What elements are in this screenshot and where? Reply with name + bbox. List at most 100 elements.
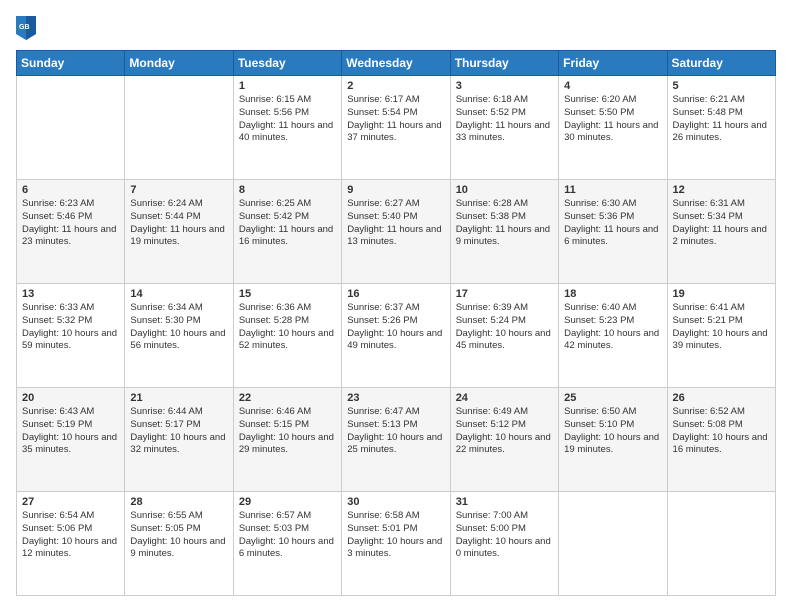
cell-text: Sunrise: 6:54 AM bbox=[22, 510, 119, 523]
day-number: 26 bbox=[673, 392, 770, 404]
cell-text: Sunset: 5:24 PM bbox=[456, 315, 553, 328]
cell-text: Daylight: 11 hours and 13 minutes. bbox=[347, 224, 444, 250]
cell-text: Sunrise: 6:40 AM bbox=[564, 302, 661, 315]
cell-text: Daylight: 11 hours and 9 minutes. bbox=[456, 224, 553, 250]
day-number: 22 bbox=[239, 392, 336, 404]
cell-text: Daylight: 11 hours and 30 minutes. bbox=[564, 120, 661, 146]
cell-text: Sunset: 5:01 PM bbox=[347, 523, 444, 536]
cell-text: Sunset: 5:34 PM bbox=[673, 211, 770, 224]
cell-text: Daylight: 10 hours and 3 minutes. bbox=[347, 536, 444, 562]
cell-text: Sunset: 5:08 PM bbox=[673, 419, 770, 432]
calendar-cell: 20Sunrise: 6:43 AMSunset: 5:19 PMDayligh… bbox=[17, 388, 125, 492]
day-number: 10 bbox=[456, 184, 553, 196]
cell-text: Sunrise: 6:21 AM bbox=[673, 94, 770, 107]
cell-text: Sunset: 5:30 PM bbox=[130, 315, 227, 328]
calendar-cell bbox=[559, 492, 667, 596]
cell-text: Sunrise: 6:52 AM bbox=[673, 406, 770, 419]
cell-text: Sunrise: 6:49 AM bbox=[456, 406, 553, 419]
day-number: 4 bbox=[564, 80, 661, 92]
header-day-sunday: Sunday bbox=[17, 51, 125, 76]
week-row-5: 27Sunrise: 6:54 AMSunset: 5:06 PMDayligh… bbox=[17, 492, 776, 596]
cell-text: Sunrise: 6:28 AM bbox=[456, 198, 553, 211]
day-number: 13 bbox=[22, 288, 119, 300]
day-number: 6 bbox=[22, 184, 119, 196]
cell-text: Sunset: 5:12 PM bbox=[456, 419, 553, 432]
calendar-cell: 6Sunrise: 6:23 AMSunset: 5:46 PMDaylight… bbox=[17, 180, 125, 284]
cell-text: Daylight: 10 hours and 22 minutes. bbox=[456, 432, 553, 458]
cell-text: Sunset: 5:42 PM bbox=[239, 211, 336, 224]
cell-text: Daylight: 10 hours and 39 minutes. bbox=[673, 328, 770, 354]
cell-text: Daylight: 10 hours and 12 minutes. bbox=[22, 536, 119, 562]
cell-text: Daylight: 10 hours and 49 minutes. bbox=[347, 328, 444, 354]
cell-text: Sunrise: 6:18 AM bbox=[456, 94, 553, 107]
cell-text: Sunrise: 6:44 AM bbox=[130, 406, 227, 419]
header-day-friday: Friday bbox=[559, 51, 667, 76]
calendar-cell: 11Sunrise: 6:30 AMSunset: 5:36 PMDayligh… bbox=[559, 180, 667, 284]
day-number: 12 bbox=[673, 184, 770, 196]
cell-text: Sunrise: 7:00 AM bbox=[456, 510, 553, 523]
calendar-cell: 26Sunrise: 6:52 AMSunset: 5:08 PMDayligh… bbox=[667, 388, 775, 492]
cell-text: Sunset: 5:44 PM bbox=[130, 211, 227, 224]
cell-text: Sunrise: 6:24 AM bbox=[130, 198, 227, 211]
cell-text: Sunrise: 6:31 AM bbox=[673, 198, 770, 211]
calendar-cell: 5Sunrise: 6:21 AMSunset: 5:48 PMDaylight… bbox=[667, 76, 775, 180]
day-number: 2 bbox=[347, 80, 444, 92]
cell-text: Sunrise: 6:39 AM bbox=[456, 302, 553, 315]
logo: GB bbox=[16, 16, 40, 40]
cell-text: Daylight: 10 hours and 29 minutes. bbox=[239, 432, 336, 458]
cell-text: Daylight: 11 hours and 19 minutes. bbox=[130, 224, 227, 250]
cell-text: Sunset: 5:36 PM bbox=[564, 211, 661, 224]
cell-text: Sunset: 5:40 PM bbox=[347, 211, 444, 224]
day-number: 3 bbox=[456, 80, 553, 92]
cell-text: Daylight: 10 hours and 32 minutes. bbox=[130, 432, 227, 458]
week-row-2: 6Sunrise: 6:23 AMSunset: 5:46 PMDaylight… bbox=[17, 180, 776, 284]
cell-text: Sunset: 5:28 PM bbox=[239, 315, 336, 328]
cell-text: Sunset: 5:17 PM bbox=[130, 419, 227, 432]
calendar-cell: 28Sunrise: 6:55 AMSunset: 5:05 PMDayligh… bbox=[125, 492, 233, 596]
cell-text: Sunset: 5:06 PM bbox=[22, 523, 119, 536]
calendar-cell: 22Sunrise: 6:46 AMSunset: 5:15 PMDayligh… bbox=[233, 388, 341, 492]
calendar-cell: 23Sunrise: 6:47 AMSunset: 5:13 PMDayligh… bbox=[342, 388, 450, 492]
day-number: 20 bbox=[22, 392, 119, 404]
day-number: 25 bbox=[564, 392, 661, 404]
cell-text: Sunrise: 6:58 AM bbox=[347, 510, 444, 523]
calendar-cell: 12Sunrise: 6:31 AMSunset: 5:34 PMDayligh… bbox=[667, 180, 775, 284]
cell-text: Sunset: 5:19 PM bbox=[22, 419, 119, 432]
calendar-cell: 31Sunrise: 7:00 AMSunset: 5:00 PMDayligh… bbox=[450, 492, 558, 596]
cell-text: Sunrise: 6:41 AM bbox=[673, 302, 770, 315]
week-row-4: 20Sunrise: 6:43 AMSunset: 5:19 PMDayligh… bbox=[17, 388, 776, 492]
cell-text: Daylight: 10 hours and 56 minutes. bbox=[130, 328, 227, 354]
calendar-cell: 19Sunrise: 6:41 AMSunset: 5:21 PMDayligh… bbox=[667, 284, 775, 388]
calendar-cell bbox=[667, 492, 775, 596]
calendar-cell: 4Sunrise: 6:20 AMSunset: 5:50 PMDaylight… bbox=[559, 76, 667, 180]
week-row-1: 1Sunrise: 6:15 AMSunset: 5:56 PMDaylight… bbox=[17, 76, 776, 180]
day-number: 15 bbox=[239, 288, 336, 300]
calendar-cell: 24 Sunrise: 6:49 AMSunset: 5:12 PMDayligh… bbox=[450, 388, 558, 492]
calendar-cell: 18Sunrise: 6:40 AMSunset: 5:23 PMDayligh… bbox=[559, 284, 667, 388]
cell-text: Daylight: 11 hours and 37 minutes. bbox=[347, 120, 444, 146]
day-number: 27 bbox=[22, 496, 119, 508]
cell-text: Sunset: 5:10 PM bbox=[564, 419, 661, 432]
cell-text: Sunrise: 6:46 AM bbox=[239, 406, 336, 419]
calendar-cell: 21Sunrise: 6:44 AMSunset: 5:17 PMDayligh… bbox=[125, 388, 233, 492]
cell-text: Daylight: 10 hours and 59 minutes. bbox=[22, 328, 119, 354]
cell-text: Sunset: 5:52 PM bbox=[456, 107, 553, 120]
cell-text: Sunset: 5:48 PM bbox=[673, 107, 770, 120]
header-day-thursday: Thursday bbox=[450, 51, 558, 76]
calendar-cell: 9Sunrise: 6:27 AMSunset: 5:40 PMDaylight… bbox=[342, 180, 450, 284]
calendar-cell: 30Sunrise: 6:58 AMSunset: 5:01 PMDayligh… bbox=[342, 492, 450, 596]
cell-text: Sunrise: 6:57 AM bbox=[239, 510, 336, 523]
header-day-wednesday: Wednesday bbox=[342, 51, 450, 76]
day-number: 24 bbox=[456, 392, 553, 404]
cell-text: Sunrise: 6:23 AM bbox=[22, 198, 119, 211]
calendar-cell: 25Sunrise: 6:50 AMSunset: 5:10 PMDayligh… bbox=[559, 388, 667, 492]
calendar-cell: 3Sunrise: 6:18 AMSunset: 5:52 PMDaylight… bbox=[450, 76, 558, 180]
calendar-body: 1Sunrise: 6:15 AMSunset: 5:56 PMDaylight… bbox=[17, 76, 776, 596]
cell-text: Daylight: 10 hours and 9 minutes. bbox=[130, 536, 227, 562]
day-number: 31 bbox=[456, 496, 553, 508]
calendar-cell: 13Sunrise: 6:33 AMSunset: 5:32 PMDayligh… bbox=[17, 284, 125, 388]
calendar-cell: 16Sunrise: 6:37 AMSunset: 5:26 PMDayligh… bbox=[342, 284, 450, 388]
cell-text: Sunset: 5:03 PM bbox=[239, 523, 336, 536]
calendar-cell: 17Sunrise: 6:39 AMSunset: 5:24 PMDayligh… bbox=[450, 284, 558, 388]
calendar-cell: 7Sunrise: 6:24 AMSunset: 5:44 PMDaylight… bbox=[125, 180, 233, 284]
